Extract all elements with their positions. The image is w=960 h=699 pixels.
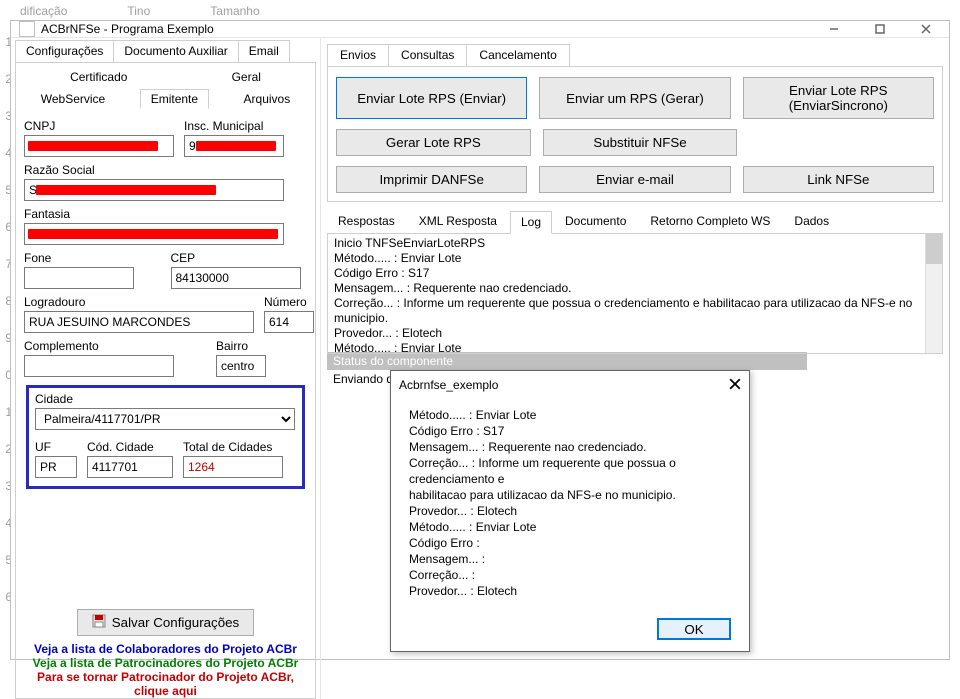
app-logo-icon <box>19 21 35 37</box>
titlebar: ACBrNFSe - Programa Exemplo <box>11 21 949 38</box>
logtab-retorno-completo[interactable]: Retorno Completo WS <box>639 210 781 233</box>
salvar-configuracoes-button[interactable]: Salvar Configurações <box>77 609 254 636</box>
tab-documento-auxiliar[interactable]: Documento Auxiliar <box>113 40 238 62</box>
substituir-nfse-button[interactable]: Substituir NFSe <box>543 129 738 156</box>
log-textarea[interactable]: Inicio TNFSeEnviarLoteRPS Método..... : … <box>327 234 943 354</box>
dialog-title: Acbrnfse_exemplo <box>399 378 729 392</box>
close-button[interactable] <box>903 21 949 37</box>
error-dialog: Acbrnfse_exemplo Método..... : Enviar Lo… <box>390 370 750 652</box>
subtab-certificado[interactable]: Certificado <box>59 67 138 87</box>
cidade-label: Cidade <box>35 392 296 406</box>
save-button-label: Salvar Configurações <box>112 615 239 630</box>
logradouro-label: Logradouro <box>24 295 254 309</box>
fantasia-label: Fantasia <box>24 207 307 221</box>
insc-municipal-label: Insc. Municipal <box>184 119 307 133</box>
bairro-input[interactable] <box>216 355 266 377</box>
logtab-documento[interactable]: Documento <box>554 210 637 233</box>
enviar-lote-rps-button[interactable]: Enviar Lote RPS (Enviar) <box>336 77 527 119</box>
fone-label: Fone <box>24 251 161 265</box>
minimize-button[interactable] <box>811 21 857 37</box>
link-patrocinadores[interactable]: Veja a lista de Patrocinadores do Projet… <box>24 656 307 670</box>
subtab-geral[interactable]: Geral <box>221 67 272 87</box>
cep-label: CEP <box>171 251 308 265</box>
link-seja-patrocinador[interactable]: Para se tornar Patrocinador do Projeto A… <box>24 670 307 698</box>
log-scrollbar[interactable] <box>925 234 942 353</box>
cep-input[interactable] <box>171 267 301 289</box>
logtab-dados[interactable]: Dados <box>783 210 840 233</box>
cidade-select[interactable]: Palmeira/4117701/PR <box>35 408 295 430</box>
numero-input[interactable] <box>264 311 314 333</box>
uf-label: UF <box>35 440 77 454</box>
subtab-emitente[interactable]: Emitente <box>140 89 209 109</box>
complemento-label: Complemento <box>24 339 206 353</box>
bairro-label: Bairro <box>216 339 307 353</box>
enviar-lote-rps-sincrono-button[interactable]: Enviar Lote RPS (EnviarSincrono) <box>743 77 934 119</box>
cod-cidade-input[interactable] <box>87 456 173 478</box>
uf-input[interactable] <box>35 456 77 478</box>
total-cidades-input[interactable] <box>183 456 283 478</box>
subtab-arquivos[interactable]: Arquivos <box>233 89 302 109</box>
tab-configuracoes[interactable]: Configurações <box>15 40 114 62</box>
cidade-group: Cidade Palmeira/4117701/PR UF <box>26 385 305 489</box>
status-bar: Status do componente <box>327 352 807 370</box>
envios-area: Enviar Lote RPS (Enviar) Enviar um RPS (… <box>327 66 943 202</box>
window-title: ACBrNFSe - Programa Exemplo <box>41 22 811 36</box>
logtab-log[interactable]: Log <box>510 211 552 234</box>
emitente-form: CNPJ Insc. Municipal <box>18 109 313 698</box>
dialog-ok-button[interactable]: OK <box>657 618 731 640</box>
link-colaboradores[interactable]: Veja a lista de Colaboradores do Projeto… <box>24 642 307 656</box>
complemento-input[interactable] <box>24 355 174 377</box>
total-cidades-label: Total de Cidades <box>183 440 283 454</box>
fone-input[interactable] <box>24 267 134 289</box>
cod-cidade-label: Cód. Cidade <box>87 440 173 454</box>
imprimir-danfse-button[interactable]: Imprimir DANFSe <box>336 166 527 193</box>
logradouro-input[interactable] <box>24 311 254 333</box>
subtab-webservice[interactable]: WebService <box>30 89 116 109</box>
enviar-email-button[interactable]: Enviar e-mail <box>539 166 730 193</box>
logtab-respostas[interactable]: Respostas <box>327 210 406 233</box>
numero-label: Número <box>264 295 314 309</box>
enviar-um-rps-button[interactable]: Enviar um RPS (Gerar) <box>539 77 730 119</box>
tab-cancelamento[interactable]: Cancelamento <box>466 44 569 66</box>
razao-social-label: Razão Social <box>24 163 307 177</box>
logtab-xml-resposta[interactable]: XML Resposta <box>408 210 508 233</box>
cnpj-label: CNPJ <box>24 119 174 133</box>
bg-columns: dificaçãoTinoTamanho <box>20 4 960 18</box>
dialog-close-button[interactable] <box>729 377 741 393</box>
tab-consultas[interactable]: Consultas <box>388 44 467 66</box>
tab-envios[interactable]: Envios <box>327 44 389 66</box>
tab-email[interactable]: Email <box>238 40 290 62</box>
link-nfse-button[interactable]: Link NFSe <box>743 166 934 193</box>
left-panel: Configurações Documento Auxiliar Email C… <box>11 38 321 699</box>
save-icon <box>92 614 106 631</box>
maximize-button[interactable] <box>857 21 903 37</box>
dialog-message: Método..... : Enviar Lote Código Erro : … <box>391 399 749 607</box>
gerar-lote-rps-button[interactable]: Gerar Lote RPS <box>336 129 531 156</box>
